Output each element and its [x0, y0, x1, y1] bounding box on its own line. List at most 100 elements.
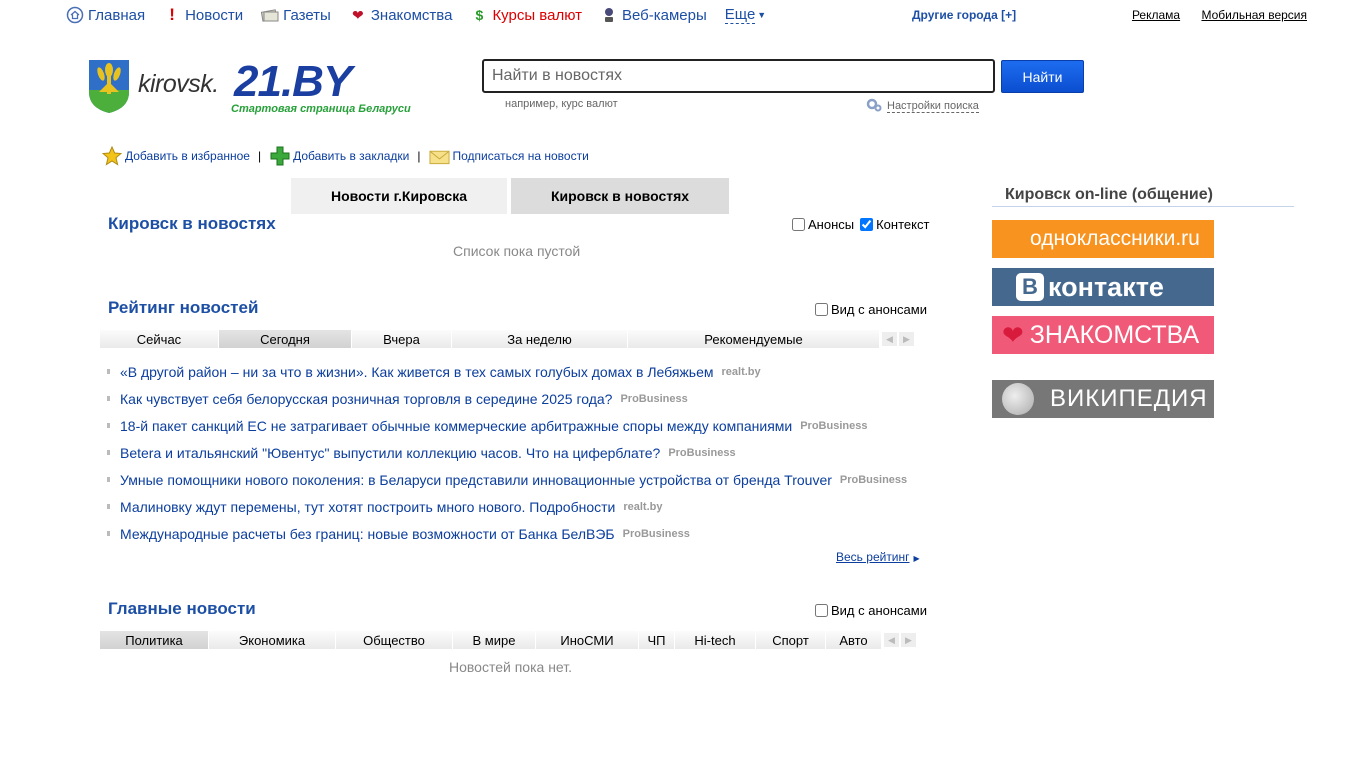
main-news-title: Главные новости: [108, 599, 256, 618]
list-item: 18-й пакет санкций ЕС не затрагивает обы…: [107, 412, 907, 439]
prev-arrow-icon[interactable]: ◀: [884, 633, 899, 647]
main-news-options: Вид с анонсами: [809, 603, 927, 618]
news-link[interactable]: Международные расчеты без границ: новые …: [120, 526, 615, 542]
prev-arrow-icon[interactable]: ◀: [882, 332, 897, 346]
site-slogan: Стартовая страница Беларуси: [231, 103, 411, 115]
context-label: Контекст: [876, 217, 930, 232]
news-link[interactable]: Как чувствует себя белорусская розничная…: [120, 391, 612, 407]
bullet-icon: [107, 450, 110, 455]
subscribe-link[interactable]: Подписаться на новости: [428, 145, 589, 166]
rating-news-list: «В другой район – ни за что в жизни». Ка…: [107, 358, 907, 547]
nav-dating[interactable]: ❤ Знакомства: [349, 6, 452, 24]
main-announce-checkbox-label[interactable]: Вид с анонсами: [815, 603, 927, 618]
main-news-filter-bar: Политика Экономика Общество В мире ИноСМ…: [100, 631, 916, 649]
news-link[interactable]: Умные помощники нового поколения: в Бела…: [120, 472, 832, 488]
context-checkbox[interactable]: [860, 218, 874, 231]
add-favorites-link[interactable]: Добавить в избранное: [101, 145, 250, 166]
search-settings-link[interactable]: Настройки поиска: [866, 98, 979, 115]
context-checkbox-label[interactable]: Контекст: [860, 217, 929, 232]
main-announce-checkbox[interactable]: [815, 604, 828, 617]
city-in-news-title: Кировск в новостях: [108, 214, 276, 233]
other-cities-link[interactable]: Другие города [+]: [912, 8, 1016, 22]
odnoklassniki-banner[interactable]: одноклассники.ru: [992, 220, 1214, 258]
filter-emergency[interactable]: ЧП: [639, 631, 675, 649]
rating-filter-bar: Сейчас Сегодня Вчера За неделю Рекоменду…: [100, 330, 914, 348]
news-source: realt.by: [721, 365, 761, 378]
filter-week[interactable]: За неделю: [452, 330, 628, 348]
wikipedia-label: ВИКИПЕДИЯ: [1050, 385, 1208, 412]
search-hint: например, курс валют: [505, 98, 618, 110]
webcam-icon: [600, 6, 618, 24]
nav-currency-label: Курсы валют: [492, 6, 582, 24]
news-link[interactable]: «В другой район – ни за что в жизни». Ка…: [120, 364, 714, 380]
divider: |: [257, 148, 262, 163]
filter-hitech[interactable]: Hi-tech: [675, 631, 756, 649]
envelope-icon: [428, 145, 450, 166]
next-arrow-icon[interactable]: ▶: [901, 633, 916, 647]
ads-link[interactable]: Реклама: [1132, 8, 1180, 22]
rating-options: Вид с анонсами: [809, 302, 927, 317]
bookmarks-row: Добавить в избранное | Добавить в заклад…: [101, 145, 589, 166]
nav-more[interactable]: Еще ▼: [724, 6, 766, 24]
filter-society[interactable]: Общество: [336, 631, 453, 649]
filter-sport[interactable]: Спорт: [756, 631, 826, 649]
announce-checkbox[interactable]: [792, 218, 805, 231]
add-bookmarks-label: Добавить в закладки: [293, 148, 410, 163]
filter-economy[interactable]: Экономика: [209, 631, 336, 649]
list-item: Малиновку ждут перемены, тут хотят постр…: [107, 493, 907, 520]
home-icon: [66, 6, 84, 24]
rating-announce-checkbox-label[interactable]: Вид с анонсами: [815, 302, 927, 317]
list-item: Как чувствует себя белорусская розничная…: [107, 385, 907, 412]
filter-now[interactable]: Сейчас: [100, 330, 219, 348]
dollar-icon: $: [475, 7, 484, 23]
news-source: realt.by: [623, 500, 663, 513]
bullet-icon: [107, 423, 110, 428]
search-input[interactable]: [482, 59, 995, 93]
newspaper-icon: [261, 6, 279, 24]
nav-newspapers[interactable]: Газеты: [261, 6, 331, 24]
nav-home[interactable]: Главная: [66, 6, 145, 24]
filter-recommended[interactable]: Рекомендуемые: [628, 330, 880, 348]
filter-politics[interactable]: Политика: [100, 631, 209, 649]
dating-label: ЗНАКОМСТВА: [1029, 320, 1200, 349]
tab-city-in-news[interactable]: Кировск в новостях: [511, 178, 729, 214]
add-favorites-label: Добавить в избранное: [125, 148, 250, 163]
news-source: ProBusiness: [839, 473, 908, 486]
gears-icon: [866, 98, 882, 115]
nav-news-label: Новости: [185, 6, 244, 24]
filter-auto[interactable]: Авто: [826, 631, 882, 649]
list-item: «В другой район – ни за что в жизни». Ка…: [107, 358, 907, 385]
site-logo[interactable]: 21.BY: [234, 60, 352, 104]
vkontakte-label: контакте: [1048, 271, 1164, 302]
news-link[interactable]: Малиновку ждут перемены, тут хотят постр…: [120, 499, 615, 515]
add-bookmarks-link[interactable]: Добавить в закладки: [269, 145, 409, 166]
nav-webcams[interactable]: Веб-камеры: [600, 6, 707, 24]
news-link[interactable]: 18-й пакет санкций ЕС не затрагивает обы…: [120, 418, 792, 434]
top-right-links: Реклама Мобильная версия: [1114, 8, 1307, 22]
nav-more-label: Еще: [724, 6, 756, 24]
announce-checkbox-label[interactable]: Анонсы: [792, 217, 854, 232]
rating-announce-checkbox[interactable]: [815, 303, 828, 316]
subscribe-label: Подписаться на новости: [452, 148, 589, 163]
city-logo[interactable]: kirovsk.: [138, 70, 219, 99]
news-link[interactable]: Betera и итальянский "Ювентус" выпустили…: [120, 445, 660, 461]
filter-world[interactable]: В мире: [453, 631, 536, 649]
filter-inosmi[interactable]: ИноСМИ: [536, 631, 639, 649]
nav-news[interactable]: ! Новости: [163, 5, 244, 24]
search-button[interactable]: Найти: [1001, 60, 1084, 93]
city-crest-icon[interactable]: [87, 58, 131, 114]
all-rating-link[interactable]: Весь рейтинг ▶: [836, 550, 920, 564]
nav-currency[interactable]: $ Курсы валют: [470, 6, 582, 24]
nav-home-label: Главная: [88, 6, 146, 24]
next-arrow-icon[interactable]: ▶: [899, 332, 914, 346]
wikipedia-banner[interactable]: ВИКИПЕДИЯ: [992, 380, 1214, 418]
mobile-version-link[interactable]: Мобильная версия: [1201, 8, 1307, 22]
dating-banner[interactable]: ❤ ЗНАКОМСТВА: [992, 316, 1214, 354]
star-icon: [101, 145, 122, 166]
filter-yesterday[interactable]: Вчера: [352, 330, 452, 348]
filter-today[interactable]: Сегодня: [219, 330, 352, 348]
online-title: Кировск on-line (общение): [1005, 186, 1213, 203]
bullet-icon: [107, 369, 110, 374]
vkontakte-banner[interactable]: В контакте: [992, 268, 1214, 306]
tab-city-news[interactable]: Новости г.Кировска: [291, 178, 507, 214]
